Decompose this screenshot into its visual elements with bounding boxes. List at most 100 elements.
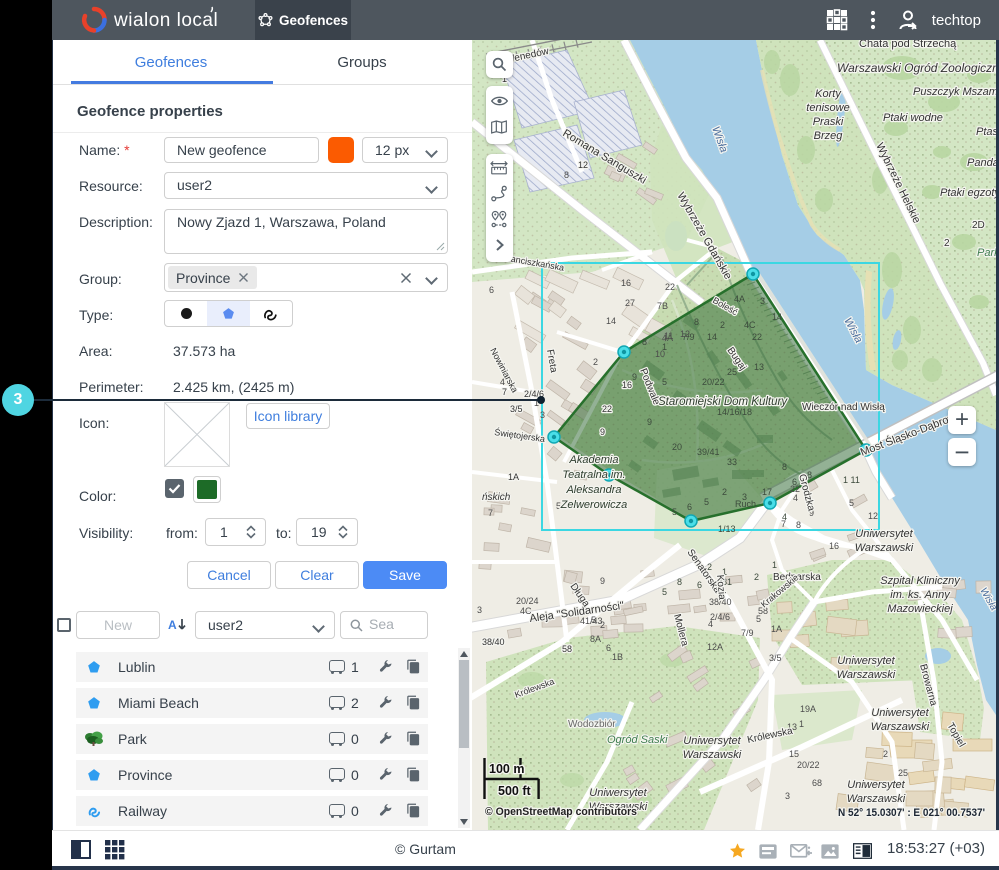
svg-text:Panda m: Panda m	[967, 157, 996, 169]
svg-text:4: 4	[793, 493, 798, 503]
svg-text:39/41: 39/41	[697, 447, 720, 457]
svg-text:6: 6	[687, 502, 692, 512]
svg-text:Uniwersytet: Uniwersytet	[837, 655, 895, 667]
svg-text:N 52° 15.0307' : E 021° 00.753: N 52° 15.0307' : E 021° 00.7537'	[838, 807, 985, 819]
svg-text:A: A	[168, 618, 177, 632]
svg-text:20: 20	[672, 442, 682, 452]
svg-text:4C: 4C	[744, 320, 756, 330]
svg-text:Puszczyk Mszamy: Puszczyk Mszamy	[913, 86, 996, 98]
svg-text:Uniwersytet: Uniwersytet	[589, 787, 647, 799]
svg-text:1: 1	[799, 719, 804, 729]
svg-text:2: 2	[754, 572, 759, 582]
svg-text:Ruch: Ruch	[735, 499, 756, 509]
svg-text:20/22: 20/22	[797, 760, 820, 770]
svg-text:Warszawski: Warszawski	[683, 749, 742, 761]
svg-text:19A: 19A	[800, 704, 816, 714]
svg-text:5: 5	[662, 377, 667, 387]
svg-text:3/5: 3/5	[769, 653, 782, 663]
svg-text:16: 16	[829, 541, 839, 551]
svg-text:8: 8	[677, 577, 682, 587]
svg-text:Zelwerowicza: Zelwerowicza	[560, 499, 628, 511]
svg-text:4: 4	[782, 512, 787, 522]
svg-text:7: 7	[488, 508, 493, 518]
svg-text:9: 9	[600, 576, 605, 586]
svg-text:9: 9	[632, 372, 637, 382]
svg-text:Brzeg: Brzeg	[814, 130, 844, 142]
svg-text:22: 22	[602, 404, 612, 414]
svg-text:14: 14	[772, 312, 782, 322]
svg-text:Warszawski: Warszawski	[871, 721, 930, 733]
svg-text:12: 12	[868, 511, 878, 521]
svg-text:8: 8	[564, 170, 569, 180]
svg-text:Wodozbiór: Wodozbiór	[568, 719, 616, 730]
svg-text:25: 25	[727, 367, 737, 377]
svg-text:33: 33	[727, 457, 737, 467]
svg-text:2: 2	[720, 320, 725, 330]
svg-text:7/9: 7/9	[682, 332, 695, 342]
svg-text:Ogród Saski: Ogród Saski	[607, 734, 668, 746]
svg-text:Uniwersytet: Uniwersytet	[847, 779, 905, 791]
svg-text:500 ft: 500 ft	[498, 784, 531, 798]
svg-text:7B: 7B	[657, 301, 668, 311]
svg-text:5: 5	[672, 507, 677, 517]
svg-text:6: 6	[606, 643, 611, 653]
svg-text:14: 14	[606, 316, 616, 326]
svg-text:2D: 2D	[972, 220, 985, 231]
svg-text:7: 7	[502, 387, 507, 397]
svg-text:Warszawski: Warszawski	[847, 793, 906, 805]
svg-text:100 m: 100 m	[489, 762, 524, 776]
svg-text:wialon local: wialon local	[113, 10, 218, 31]
svg-text:16: 16	[621, 278, 631, 288]
svg-text:2: 2	[722, 487, 727, 497]
svg-text:2/4/6: 2/4/6	[710, 612, 730, 622]
svg-text:Uniwersytet: Uniwersytet	[683, 735, 741, 747]
svg-text:17: 17	[762, 487, 772, 497]
svg-text:im. ks. Anny: im. ks. Anny	[890, 589, 951, 601]
svg-text:22: 22	[665, 282, 675, 292]
svg-text:8: 8	[782, 462, 787, 472]
svg-text:5: 5	[849, 498, 854, 508]
svg-text:8: 8	[694, 317, 699, 327]
svg-text:1A: 1A	[771, 624, 782, 634]
svg-text:12: 12	[578, 160, 588, 170]
svg-text:tenisowe: tenisowe	[806, 102, 849, 114]
svg-text:3/5: 3/5	[510, 404, 523, 414]
svg-text:20/24: 20/24	[516, 596, 539, 606]
svg-text:14/16/18: 14/16/18	[717, 407, 752, 417]
svg-text:68: 68	[812, 778, 822, 788]
svg-text:Park: Park	[977, 247, 996, 259]
svg-text:9: 9	[600, 427, 605, 437]
svg-text:Warszawski: Warszawski	[837, 669, 896, 681]
svg-text:22: 22	[752, 332, 762, 342]
svg-text:3: 3	[760, 296, 765, 306]
svg-text:1 11: 1 11	[843, 475, 860, 485]
svg-text:3: 3	[540, 410, 545, 420]
svg-text:12A: 12A	[707, 642, 723, 652]
svg-text:5: 5	[591, 615, 596, 625]
svg-text:Akademia: Akademia	[569, 454, 619, 466]
svg-text:Warszawski Ogród Zoologiczny: Warszawski Ogród Zoologiczny	[837, 61, 996, 75]
svg-text:5: 5	[662, 587, 667, 597]
svg-text:Ptaki egzotycz: Ptaki egzotycz	[940, 187, 996, 199]
svg-text:4A: 4A	[734, 294, 745, 304]
svg-text:1/13: 1/13	[718, 524, 736, 534]
svg-text:Aleksandra: Aleksandra	[565, 484, 621, 496]
svg-text:Wieczór nad Wisłą: Wieczór nad Wisłą	[802, 402, 885, 413]
svg-text:© OpenStreetMap contributors: © OpenStreetMap contributors	[485, 806, 637, 818]
svg-text:Uniwersytet: Uniwersytet	[855, 528, 913, 540]
svg-text:5: 5	[704, 497, 709, 507]
svg-text:3: 3	[785, 791, 790, 801]
svg-text:Praski: Praski	[813, 116, 844, 128]
svg-text:2: 2	[600, 620, 605, 630]
svg-text:6: 6	[697, 580, 702, 590]
svg-text:2: 2	[883, 749, 888, 759]
svg-text:38/40: 38/40	[482, 637, 505, 647]
svg-text:Ptaki wodne: Ptaki wodne	[883, 112, 943, 124]
svg-text:Kozia: Kozia	[714, 574, 727, 600]
svg-text:Warszawski: Warszawski	[855, 542, 914, 554]
svg-text:14: 14	[707, 332, 717, 342]
svg-text:2: 2	[944, 238, 950, 249]
svg-text:6: 6	[489, 285, 494, 295]
svg-text:6: 6	[792, 477, 797, 487]
svg-text:Chata pod Strzechą: Chata pod Strzechą	[859, 40, 957, 50]
